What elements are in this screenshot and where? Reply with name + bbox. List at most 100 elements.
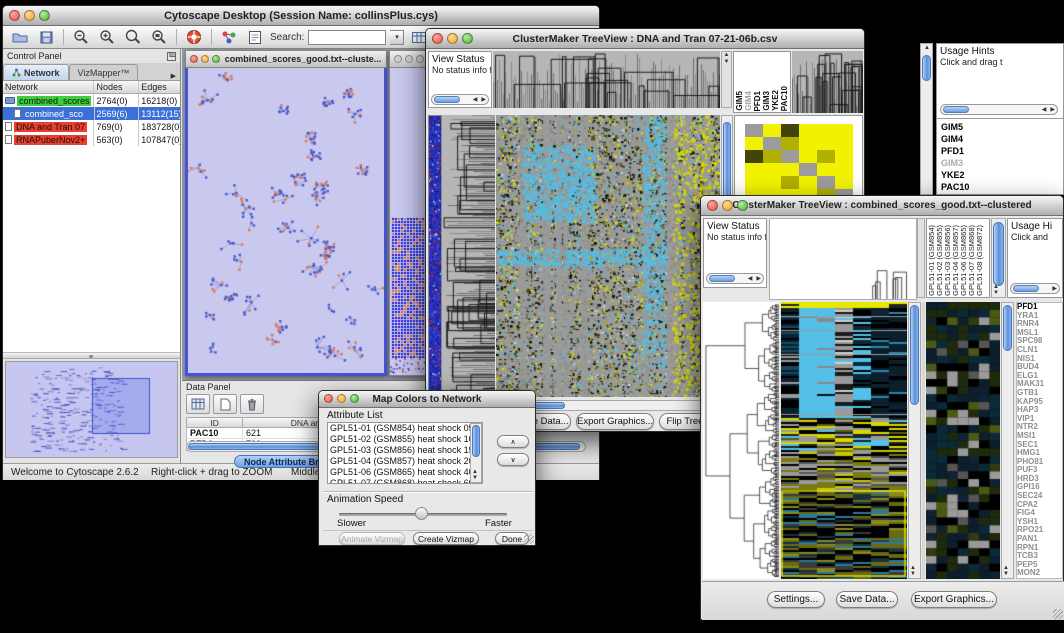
zoom-heatmap-canvas[interactable] [926,302,1000,579]
attribute-item[interactable]: GPL51-06 (GSM865) heat shock 40 min [328,467,482,478]
close-icon[interactable] [394,55,402,63]
move-up-button[interactable]: ∧ [497,435,529,448]
window-controls[interactable] [9,10,50,21]
dendrogram-scroll-arrows[interactable]: ▲▼ [721,51,732,108]
help-lifebuoy-icon[interactable] [183,28,205,47]
row-dendrogram[interactable] [703,302,779,579]
zoom-selected-icon[interactable] [122,28,144,47]
zoom-window-icon[interactable] [416,55,424,63]
tab-overflow-icon[interactable]: ▶ [167,72,180,80]
export-graphics-button[interactable]: Export Graphics... [576,413,654,430]
column-header-network[interactable]: Network [3,81,94,93]
treeview1-titlebar[interactable]: ClusterMaker TreeView : DNA and Tran 07-… [426,29,864,49]
scroll-thumb[interactable] [943,106,969,113]
scroll-left-icon[interactable]: ◀ [1040,106,1049,113]
usage-hints-scrollbar[interactable]: ▶ [1010,283,1060,294]
network-row[interactable]: RNAPuberNov2+563(0)107847(0) [3,133,180,146]
labels-vscrollbar[interactable]: ▲▼ [991,218,1006,298]
zoom-window-icon[interactable] [212,55,220,63]
export-graphics-button[interactable]: Export Graphics... [911,591,997,608]
zoom-window-icon[interactable] [737,200,748,211]
close-icon[interactable] [190,55,198,63]
scroll-right-icon[interactable]: ▶ [754,275,763,282]
column-header-id[interactable]: ID [187,418,243,427]
heatmap-canvas[interactable] [781,302,907,579]
frame-titlebar[interactable]: combined_scores_good.txt--cluste... [185,50,387,68]
close-icon[interactable] [432,33,443,44]
view-status-scrollbar[interactable]: ◀ ▶ [706,273,764,284]
global-overview-strip[interactable] [428,115,442,399]
open-folder-icon[interactable] [9,28,31,47]
zoom-in-icon[interactable] [96,28,118,47]
column-header-edges[interactable]: Edges [139,81,180,93]
attribute-item[interactable]: GPL51-07 (GSM868) heat shock 60 min [328,478,482,484]
dendrogram-scroll-arrows[interactable] [917,218,925,298]
main-titlebar[interactable]: Cytoscape Desktop (Session Name: collins… [3,6,599,26]
scroll-thumb[interactable] [434,96,460,103]
dialog-titlebar[interactable]: Map Colors to Network [319,391,535,408]
gene-labels-list[interactable]: PFD1YRA1RNR4MSL1SPC98CLN1NIS1BUD4ELG1MAK… [1016,302,1063,579]
heatmap-vscrollbar[interactable]: ▲▼ [908,302,921,579]
float-panel-icon[interactable] [167,52,176,61]
save-icon[interactable] [35,28,57,47]
minimize-icon[interactable] [447,33,458,44]
scroll-thumb[interactable] [922,55,931,81]
scroll-left-icon[interactable]: ◀ [471,96,480,103]
side-vscrollbar[interactable]: ▲ [920,43,933,195]
new-attribute-icon[interactable] [213,394,237,414]
scroll-arrows[interactable]: ▲▼ [993,284,999,296]
attribute-listbox[interactable]: GPL51-01 (GSM854) heat shock 05 minGPL51… [327,422,483,484]
frame-window-controls[interactable] [190,55,220,63]
resize-grip-icon[interactable] [524,534,534,544]
search-dropdown-icon[interactable]: ▾ [390,30,404,45]
zoom-out-icon[interactable] [70,28,92,47]
scroll-thumb[interactable] [472,425,480,457]
slider-thumb[interactable] [415,507,428,520]
network-view-frame[interactable]: combined_scores_good.txt--cluste... [185,50,387,376]
birdseye-overview[interactable] [5,361,178,458]
minimize-icon[interactable] [337,394,346,403]
scroll-right-icon[interactable]: ▶ [1048,106,1057,113]
scroll-thumb[interactable] [910,305,919,405]
scroll-arrows[interactable]: ▲▼ [472,469,478,481]
usage-hints-scrollbar[interactable]: ◀ ▶ [940,104,1058,115]
heatmap-canvas[interactable] [496,115,720,397]
attribute-select-icon[interactable] [186,394,210,414]
column-dendrogram[interactable] [493,51,720,108]
minimize-icon[interactable] [24,10,35,21]
delete-attribute-icon[interactable] [240,394,264,414]
tab-vizmapper[interactable]: VizMapper™ [69,64,139,80]
network-row[interactable]: DNA and Tran 07769(0)183728(0) [3,120,180,133]
attribute-item[interactable]: GPL51-04 (GSM857) heat shock 20 min [328,456,482,467]
zoom-fit-icon[interactable] [148,28,170,47]
resize-grip-icon[interactable] [1053,609,1063,619]
scroll-thumb[interactable] [1003,305,1012,351]
attribute-item[interactable]: GPL51-03 (GSM856) heat shock 15 min [328,445,482,456]
scroll-arrows[interactable]: ▲▼ [1003,565,1009,577]
panel-splitter[interactable] [3,352,180,359]
frame-window-controls[interactable] [394,55,424,63]
tab-network[interactable]: Network [3,64,69,80]
move-down-button[interactable]: ∨ [497,453,529,466]
scroll-right-icon[interactable]: ▶ [1050,285,1059,292]
vizmapper-icon[interactable] [218,28,240,47]
scroll-left-icon[interactable]: ◀ [746,275,755,282]
row-dendrogram[interactable] [442,115,495,397]
listbox-vscrollbar[interactable]: ▲▼ [470,423,482,483]
minimize-icon[interactable] [405,55,413,63]
treeview2-titlebar[interactable]: ClusterMaker TreeView : combined_scores_… [701,196,1063,216]
annotation-icon[interactable] [244,28,266,47]
window-controls[interactable] [324,394,359,403]
view-status-scrollbar[interactable]: ◀ ▶ [431,94,489,105]
network-canvas[interactable] [188,68,384,370]
scroll-right-icon[interactable]: ▶ [479,96,488,103]
window-controls[interactable] [707,200,748,211]
attribute-item[interactable]: GPL51-02 (GSM855) heat shock 10 min [328,434,482,445]
zoom-window-icon[interactable] [39,10,50,21]
column-dendrogram[interactable] [769,218,917,300]
overview-canvas[interactable] [6,362,177,457]
create-vizmap-button[interactable]: Create Vizmap [413,532,479,545]
scroll-thumb[interactable] [1013,285,1039,292]
close-icon[interactable] [707,200,718,211]
network-row[interactable]: combined_scores2764(0)16218(0) [3,94,180,107]
